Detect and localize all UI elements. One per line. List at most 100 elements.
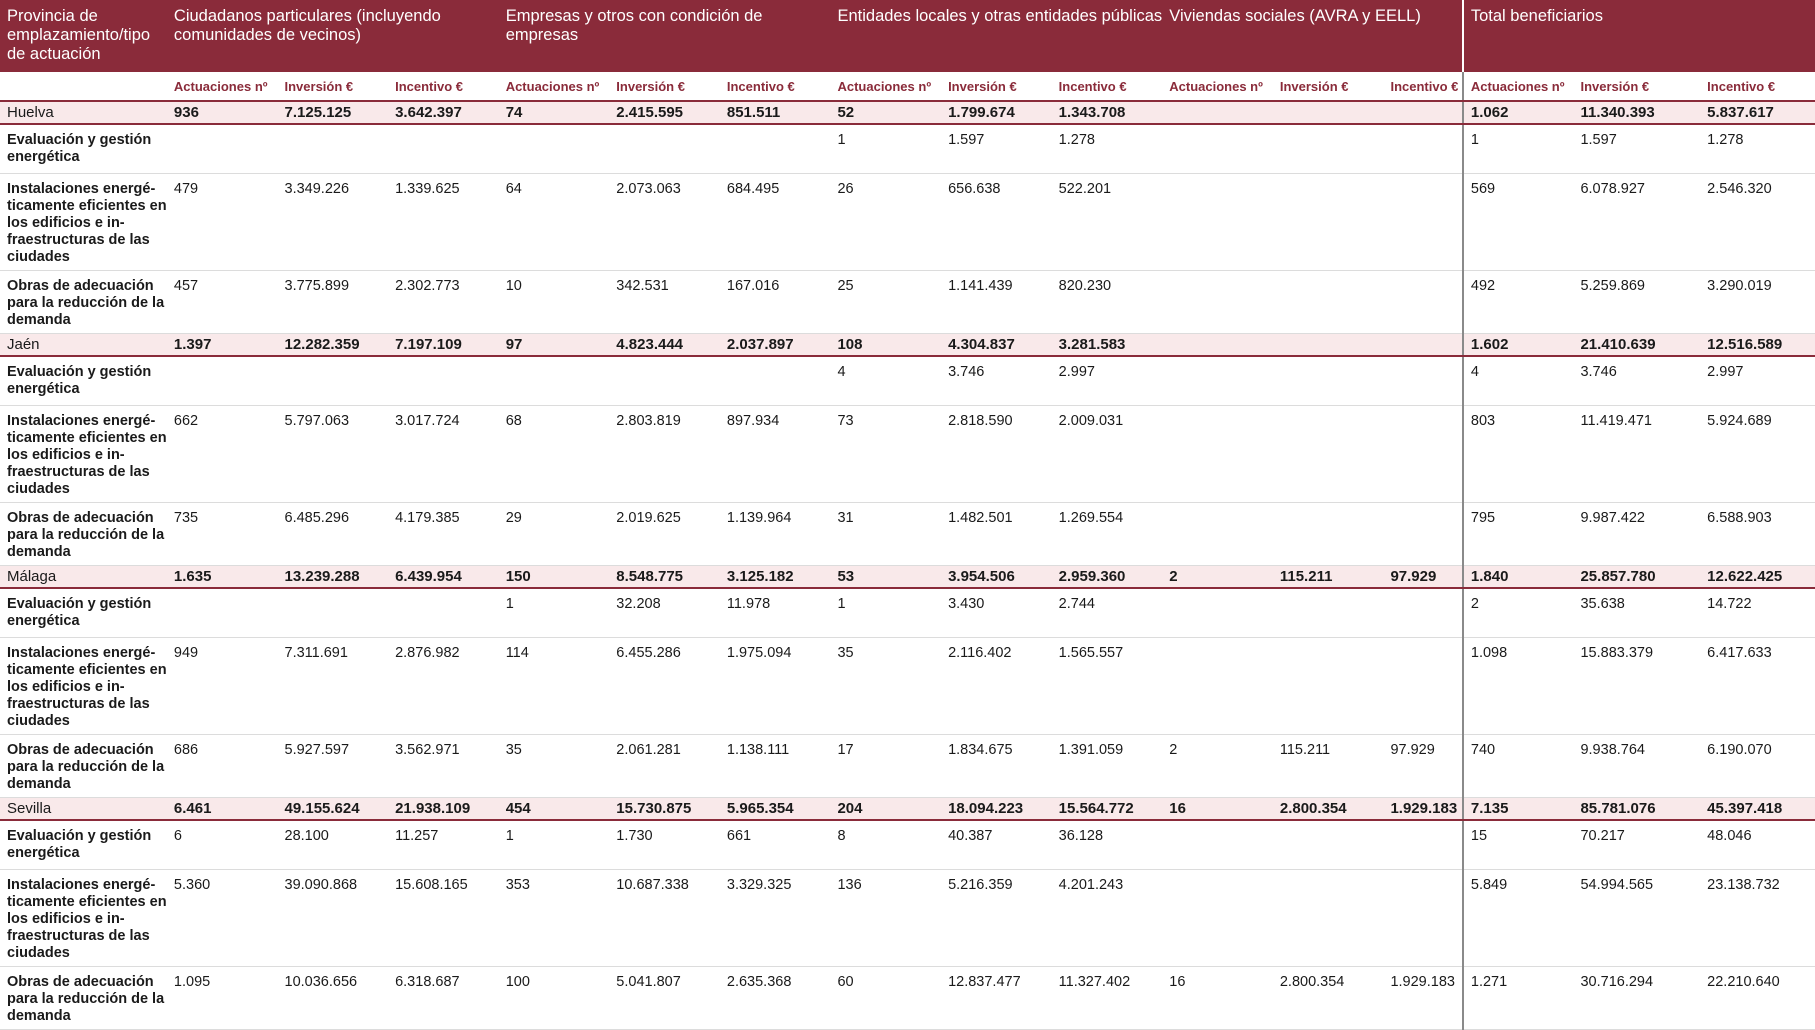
table-cell: 4.304.837 [941,333,1052,357]
table-cell [1272,356,1384,406]
table-cell: 2.876.982 [388,637,499,735]
subheader-cell: Incentivo € [1051,72,1163,102]
subheader-cell: Incentivo € [1383,72,1463,102]
table-cell: 15.608.165 [388,869,499,967]
table-cell [1272,124,1384,174]
table-cell: 2.302.773 [388,270,499,334]
table-cell [1272,637,1384,735]
table-cell: 136 [830,869,942,967]
table-cell: 1.062 [1461,101,1574,125]
table-cell: 7.135 [1461,797,1574,821]
table-row: Instalaciones energé-ticamente eficiente… [0,869,1815,967]
table-cell: 2.019.625 [609,502,720,566]
table-cell: 6.439.954 [388,565,499,589]
table-cell [166,124,278,174]
table-cell: 25.857.780 [1573,565,1701,589]
subheader-cell: Incentivo € [388,72,499,102]
table-cell: 5.927.597 [277,734,389,798]
table-cell: 11.327.402 [1051,966,1163,1030]
subheader-empty [0,72,167,102]
table-cell: 8 [830,820,942,870]
table-cell: 2.997 [1051,356,1163,406]
beneficiaries-table: Provincia de emplazamiento/tipo de actua… [0,0,1815,1030]
table-cell: 820.230 [1051,270,1163,334]
table-row: Evaluación y gestión energética 1 1.597 1.2… [0,124,1815,174]
table-cell: 9.938.764 [1573,734,1701,798]
table-cell [1162,270,1273,334]
subheader-cell: Incentivo € [1700,72,1815,102]
table-cell [1383,124,1463,174]
table-cell: 52 [830,101,942,125]
table-cell [1162,356,1273,406]
table-cell [277,124,389,174]
table-cell [277,588,389,638]
table-cell [1383,869,1463,967]
table-cell: 2 [1461,588,1574,638]
table-cell: 1 [1461,124,1574,174]
table-cell [1162,124,1273,174]
table-cell: 14.722 [1700,588,1815,638]
table-cell: 1.138.111 [719,734,831,798]
table-cell: 35 [498,734,610,798]
table-cell: 6.455.286 [609,637,720,735]
table-cell: 492 [1461,270,1574,334]
table-cell: 4.179.385 [388,502,499,566]
table-cell: 10 [498,270,610,334]
table-cell: 1.397 [166,333,278,357]
table-cell: 15 [1461,820,1574,870]
province-name: Huelva [0,101,167,125]
table-cell [1383,333,1463,357]
table-row: Evaluación y gestión energética 1 32.208 11… [0,588,1815,638]
table-cell: 569 [1461,173,1574,271]
table-cell: 15.883.379 [1573,637,1701,735]
table-cell [388,124,499,174]
actuation-type: Evaluación y gestión energética [0,124,167,174]
table-cell: 735 [166,502,278,566]
table-row: Obras de adecuación para la reducción de… [0,502,1815,566]
table-cell: 39.090.868 [277,869,389,967]
table-cell: 3.746 [1573,356,1701,406]
table-cell: 30.716.294 [1573,966,1701,1030]
table-cell: 5.965.354 [719,797,831,821]
table-cell: 21.410.639 [1573,333,1701,357]
table-cell: 3.349.226 [277,173,389,271]
table-cell: 2 [1162,734,1273,798]
table-cell [1383,405,1463,503]
table-cell: 11.257 [388,820,499,870]
table-cell: 60 [830,966,942,1030]
table-cell: 4 [830,356,942,406]
table-cell [1272,820,1384,870]
table-cell: 16 [1162,797,1273,821]
table-cell: 3.017.724 [388,405,499,503]
table-cell: 35.638 [1573,588,1701,638]
table-cell: 6 [166,820,278,870]
table-cell: 1.269.554 [1051,502,1163,566]
actuation-type: Obras de adecuación para la reducción de… [0,270,167,334]
table-cell: 740 [1461,734,1574,798]
table-cell [1272,270,1384,334]
actuation-type: Instalaciones energé-ticamente eficiente… [0,637,167,735]
subheader-cell: Incentivo € [719,72,831,102]
table-cell: 3.954.506 [941,565,1052,589]
table-cell: 7.125.125 [277,101,389,125]
table-cell [166,356,278,406]
table-cell: 1.139.964 [719,502,831,566]
table-cell: 2.415.595 [609,101,720,125]
table-cell: 8.548.775 [609,565,720,589]
actuation-type: Instalaciones energé-ticamente eficiente… [0,173,167,271]
table-cell: 661 [719,820,831,870]
table-cell: 851.511 [719,101,831,125]
header-ciudadanos: Ciudadanos particulares (incluyendo comu… [166,0,499,72]
table-cell: 1.597 [941,124,1052,174]
table-cell: 5.924.689 [1700,405,1815,503]
table-cell: 5.216.359 [941,869,1052,967]
province-row: Málaga 1.635 13.239.288 6.439.954 150 8.548.7… [0,565,1815,589]
table-cell: 73 [830,405,942,503]
table-cell: 23.138.732 [1700,869,1815,967]
actuation-type: Obras de adecuación para la reducción de… [0,966,167,1030]
table-cell: 36.128 [1051,820,1163,870]
table-cell: 686 [166,734,278,798]
table-cell: 3.430 [941,588,1052,638]
table-cell [1383,588,1463,638]
table-cell: 1 [498,588,610,638]
